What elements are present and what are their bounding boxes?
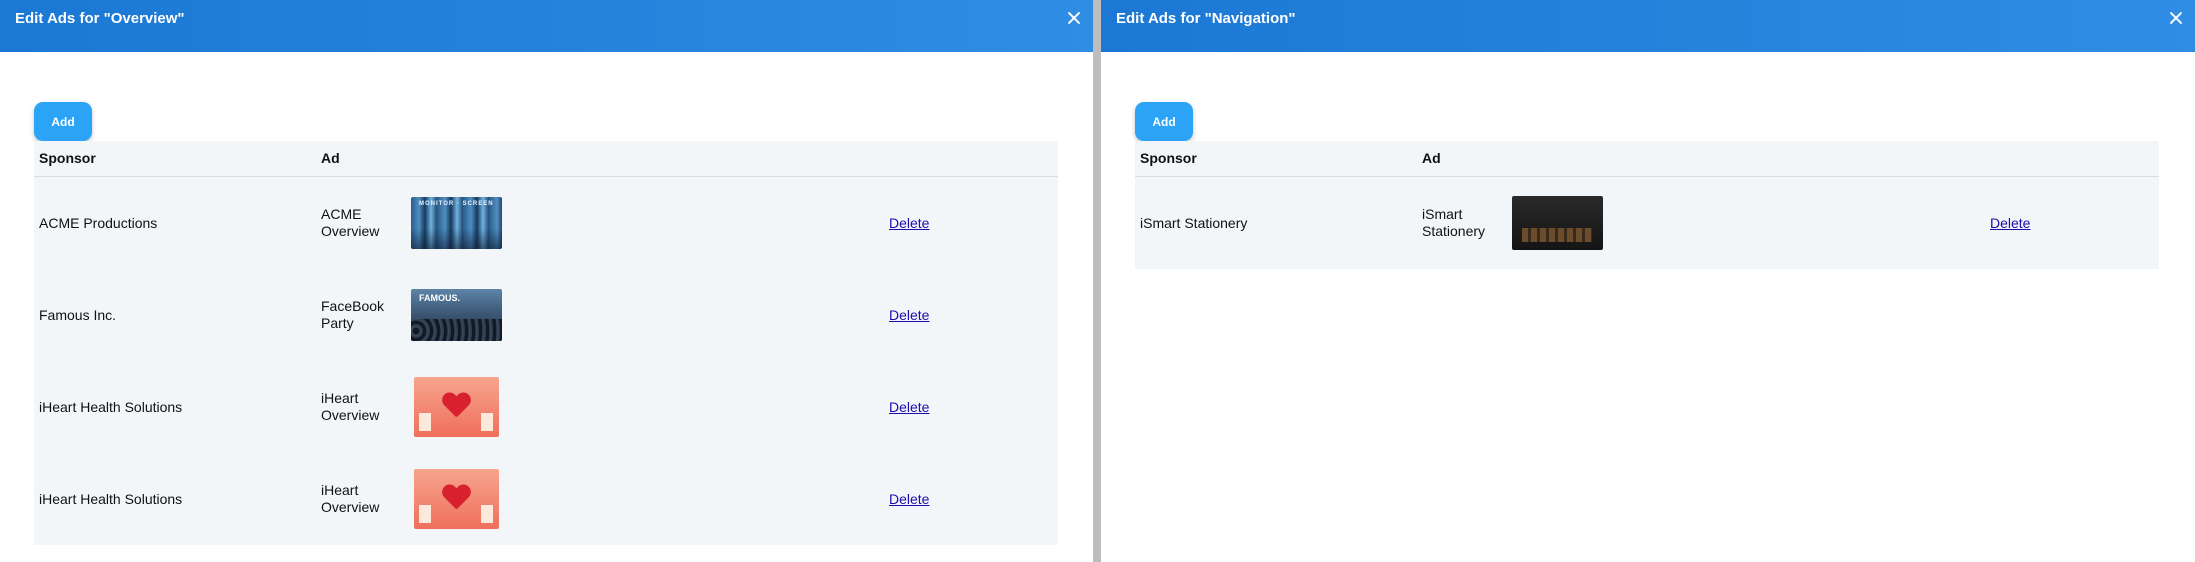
table-header: Sponsor Ad (1135, 141, 2159, 177)
ad-name: iHeart Overview (321, 482, 380, 515)
table-row: ACME Productions ACME Overview MONITOR ·… (34, 177, 1058, 269)
add-button[interactable]: Add (34, 102, 92, 141)
panel-header: Edit Ads for "Navigation" (1101, 0, 2195, 52)
ads-table: Sponsor Ad ACME Productions ACME Overvie… (34, 141, 1058, 545)
ad-name: FaceBook Party (321, 298, 385, 331)
ads-table: Sponsor Ad iSmart Stationery iSmart Stat… (1135, 141, 2159, 269)
iheart-overview-thumbnail (414, 469, 499, 529)
sponsor-name: Famous Inc. (39, 307, 117, 323)
delete-link[interactable]: Delete (889, 269, 929, 361)
close-icon[interactable] (1065, 9, 1083, 27)
column-header-sponsor: Sponsor (1140, 150, 1197, 166)
ad-name: ACME Overview (321, 206, 380, 239)
panel-title: Edit Ads for "Navigation" (1116, 10, 1296, 27)
table-row: iHeart Health Solutions iHeart Overview … (34, 453, 1058, 545)
column-header-ad: Ad (321, 150, 340, 166)
ad-name: iSmart Stationery (1422, 206, 1486, 239)
panel-header: Edit Ads for "Overview" (0, 0, 1093, 52)
sponsor-name: iSmart Stationery (1140, 215, 1248, 231)
table-row: iHeart Health Solutions iHeart Overview … (34, 361, 1058, 453)
panel-title: Edit Ads for "Overview" (15, 10, 185, 27)
ismart-stationery-thumbnail (1512, 196, 1603, 250)
ad-name: iHeart Overview (321, 390, 380, 423)
delete-link[interactable]: Delete (1990, 177, 2030, 269)
delete-link[interactable]: Delete (889, 177, 929, 269)
table-row: iSmart Stationery iSmart Stationery Dele… (1135, 177, 2159, 269)
iheart-overview-thumbnail (414, 377, 499, 437)
sponsor-name: iHeart Health Solutions (39, 399, 183, 415)
delete-link[interactable]: Delete (889, 361, 929, 453)
column-header-sponsor: Sponsor (39, 150, 96, 166)
edit-ads-panel-overview: Edit Ads for "Overview" Add Sponsor Ad A… (0, 0, 1093, 562)
acme-overview-thumbnail: MONITOR · SCREEN (411, 197, 502, 249)
sponsor-name: iHeart Health Solutions (39, 491, 183, 507)
close-icon[interactable] (2167, 9, 2185, 27)
delete-link[interactable]: Delete (889, 453, 929, 545)
table-header: Sponsor Ad (34, 141, 1058, 177)
table-row: Famous Inc. FaceBook Party FAMOUS. Delet… (34, 269, 1058, 361)
add-button[interactable]: Add (1135, 102, 1193, 141)
famous-facebook-party-thumbnail: FAMOUS. (411, 289, 502, 341)
edit-ads-panel-navigation: Edit Ads for "Navigation" Add Sponsor Ad… (1101, 0, 2195, 562)
column-header-ad: Ad (1422, 150, 1441, 166)
sponsor-name: ACME Productions (39, 215, 158, 231)
